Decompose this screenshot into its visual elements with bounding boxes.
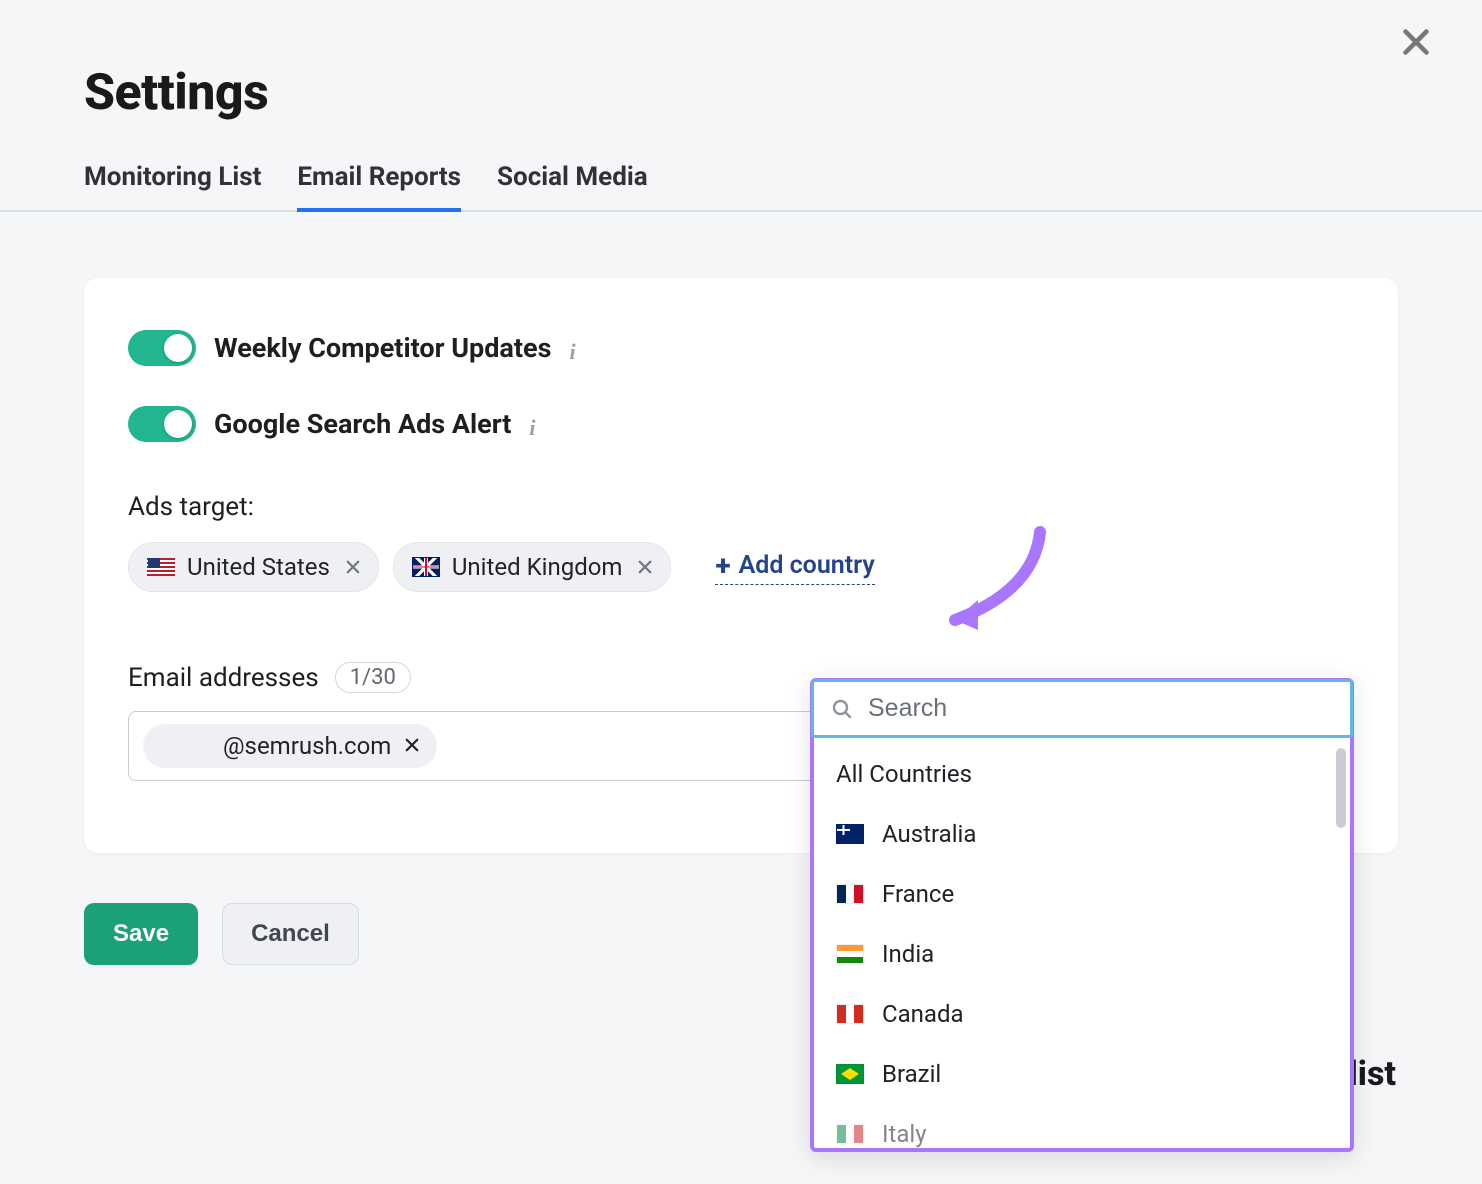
ads-target-chips: United States United Kingdom + Add count…	[128, 542, 1354, 592]
ads-alert-toggle[interactable]	[128, 406, 196, 442]
country-dropdown: All Countries Australia France India Can…	[810, 678, 1354, 1152]
remove-chip-button[interactable]	[342, 556, 364, 578]
flag-us-icon	[147, 557, 175, 577]
email-chip-label: @semrush.com	[223, 732, 391, 760]
email-counter-badge: 1/30	[335, 662, 411, 693]
country-chip-us: United States	[128, 542, 379, 592]
country-option-ca[interactable]: Canada	[814, 984, 1350, 1044]
remove-chip-button[interactable]	[403, 732, 421, 760]
country-option-label: Brazil	[882, 1060, 941, 1088]
country-option-label: Australia	[882, 820, 976, 848]
plus-icon: +	[715, 549, 730, 582]
close-icon	[403, 736, 421, 754]
background-text: list	[1349, 1054, 1396, 1094]
flag-br-icon	[836, 1064, 864, 1084]
ads-alert-label: Google Search Ads Alert	[214, 408, 511, 440]
country-option-it[interactable]: Italy	[814, 1104, 1350, 1148]
country-chip-label: United Kingdom	[452, 553, 623, 581]
flag-in-icon	[836, 944, 864, 964]
tab-monitoring-list[interactable]: Monitoring List	[84, 150, 261, 212]
search-icon	[830, 697, 854, 721]
cancel-button[interactable]: Cancel	[222, 903, 359, 965]
country-option-label: Canada	[882, 1000, 964, 1028]
ads-target-label: Ads target:	[128, 492, 1354, 522]
flag-ca-icon	[836, 1004, 864, 1024]
country-dropdown-list[interactable]: All Countries Australia France India Can…	[814, 738, 1350, 1148]
country-chip-label: United States	[187, 553, 330, 581]
country-chip-gb: United Kingdom	[393, 542, 672, 592]
add-country-label: Add country	[739, 551, 875, 580]
country-option-au[interactable]: Australia	[814, 804, 1350, 864]
info-icon[interactable]: i	[529, 415, 547, 433]
close-icon	[344, 558, 362, 576]
toggle-row-weekly: Weekly Competitor Updates i	[128, 330, 1354, 366]
country-option-label: All Countries	[836, 760, 972, 788]
country-search-box[interactable]	[811, 679, 1353, 738]
country-search-input[interactable]	[868, 694, 1334, 723]
info-icon[interactable]: i	[569, 339, 587, 357]
flag-it-icon	[836, 1124, 864, 1144]
country-option-br[interactable]: Brazil	[814, 1044, 1350, 1104]
scrollbar-thumb[interactable]	[1336, 748, 1346, 828]
country-option-label: India	[882, 940, 934, 968]
tab-email-reports[interactable]: Email Reports	[297, 150, 461, 212]
country-option-label: Italy	[882, 1120, 927, 1148]
page-title: Settings	[0, 0, 1482, 150]
flag-fr-icon	[836, 884, 864, 904]
weekly-updates-toggle[interactable]	[128, 330, 196, 366]
email-addresses-label: Email addresses	[128, 663, 319, 693]
flag-gb-icon	[412, 557, 440, 577]
close-icon	[1398, 24, 1434, 60]
country-option-in[interactable]: India	[814, 924, 1350, 984]
save-button[interactable]: Save	[84, 903, 198, 965]
country-option-label: France	[882, 880, 954, 908]
remove-chip-button[interactable]	[634, 556, 656, 578]
close-button[interactable]	[1398, 24, 1446, 72]
country-option-all[interactable]: All Countries	[814, 744, 1350, 804]
add-country-link[interactable]: + Add country	[715, 549, 874, 585]
toggle-row-ads: Google Search Ads Alert i	[128, 406, 1354, 442]
country-option-fr[interactable]: France	[814, 864, 1350, 924]
close-icon	[636, 558, 654, 576]
email-chip: @semrush.com	[143, 724, 437, 768]
tab-social-media[interactable]: Social Media	[497, 150, 648, 212]
weekly-updates-label: Weekly Competitor Updates	[214, 332, 551, 364]
tabs: Monitoring List Email Reports Social Med…	[0, 150, 1482, 212]
flag-au-icon	[836, 824, 864, 844]
